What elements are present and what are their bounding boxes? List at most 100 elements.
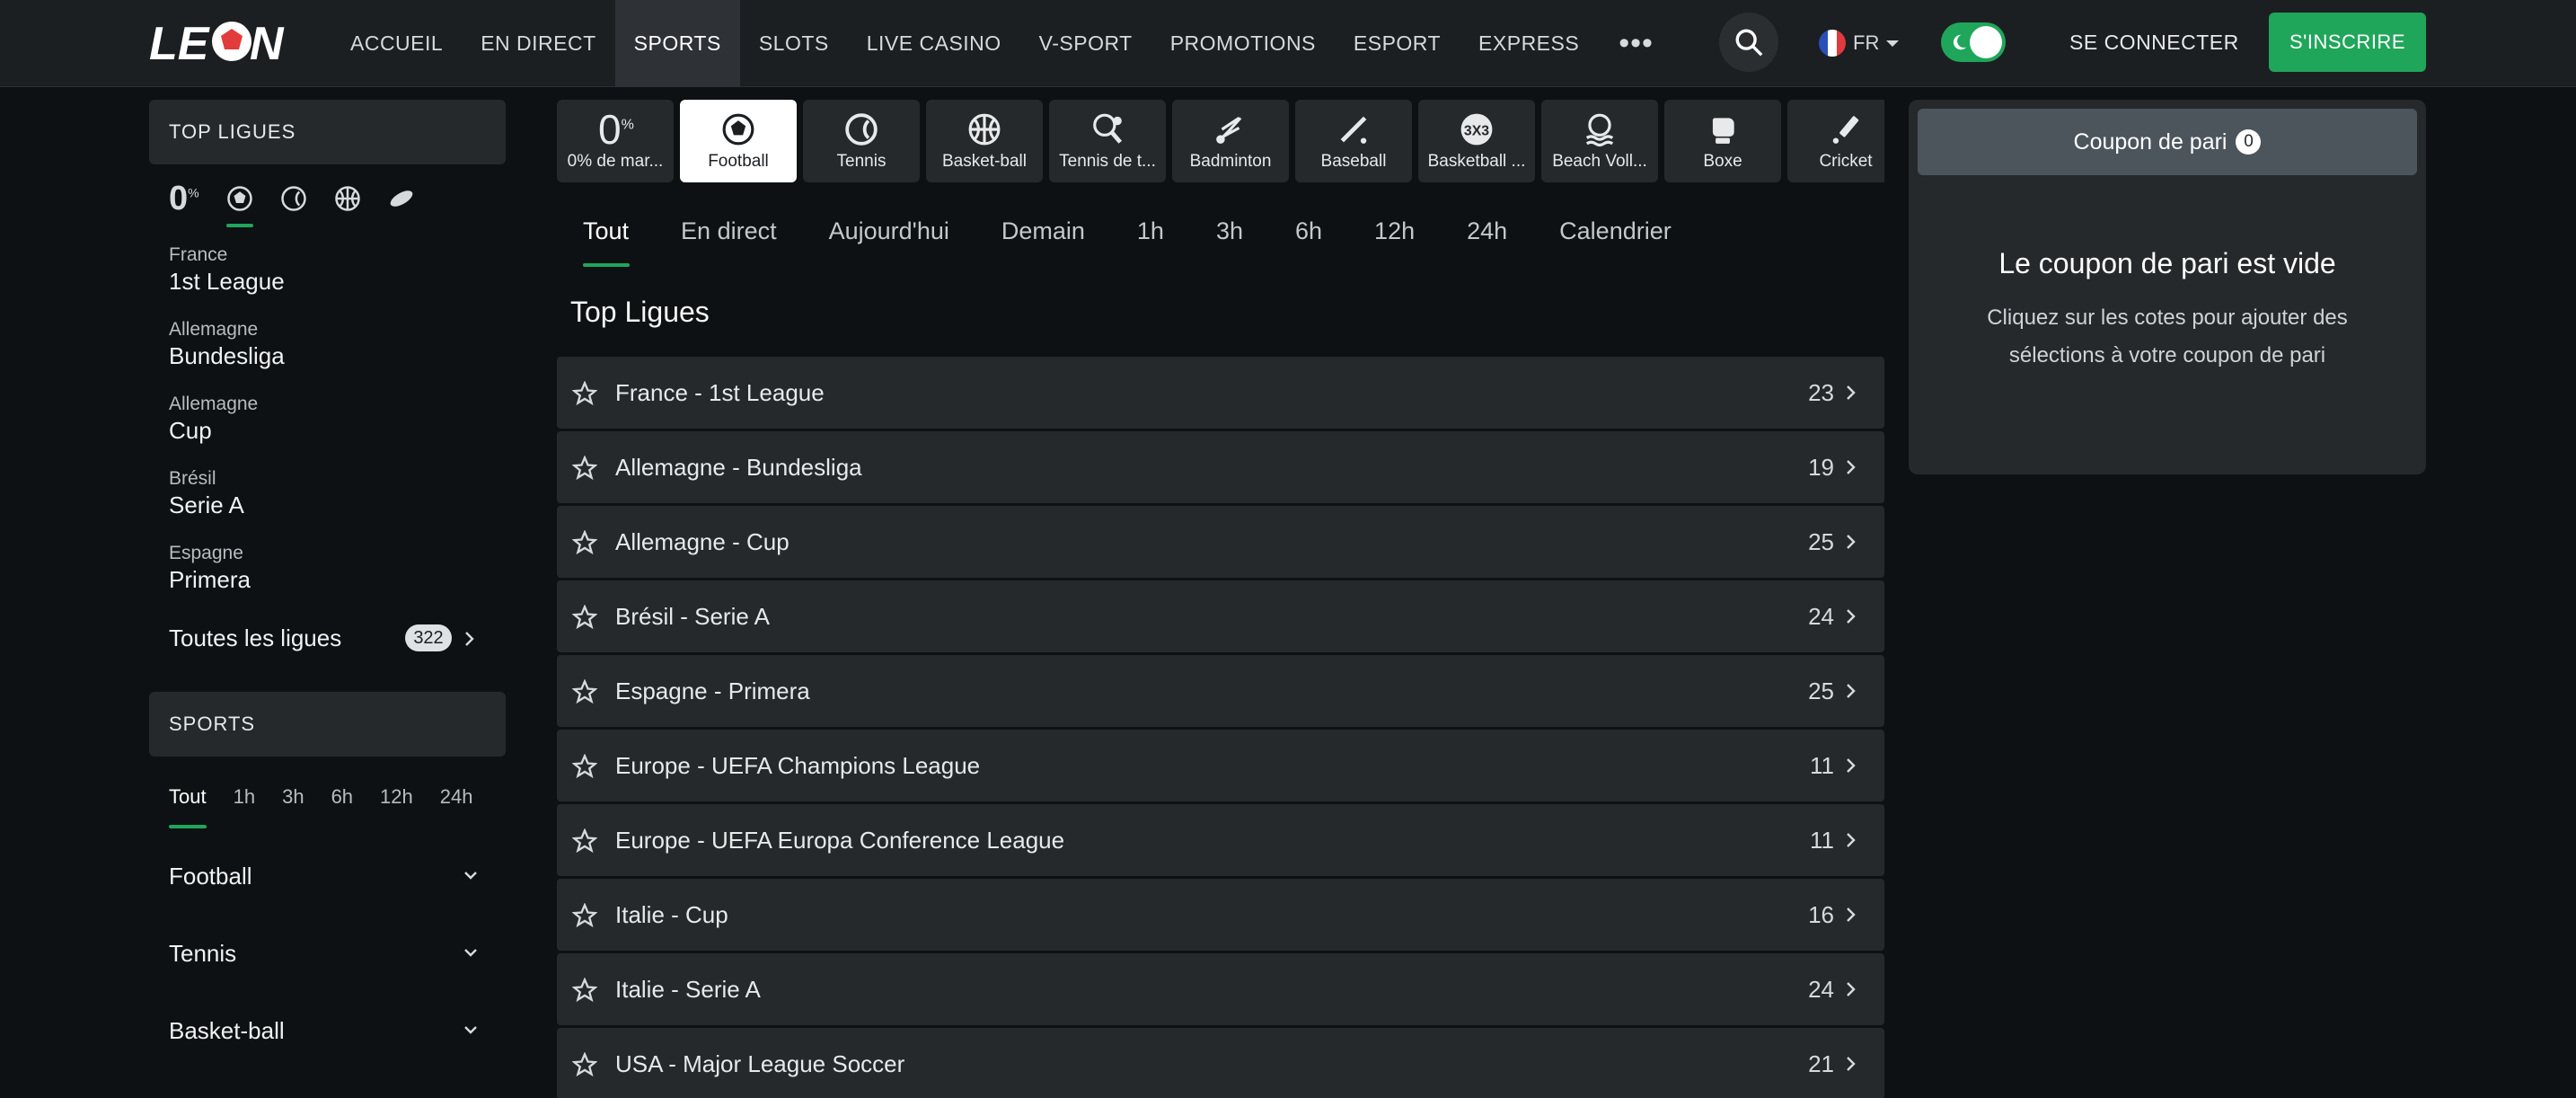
filter-tab-aujourdhui[interactable]: Aujourd'hui	[829, 204, 1001, 267]
nav-en-direct[interactable]: EN DIRECT	[462, 0, 614, 87]
moon-icon	[1953, 34, 1967, 50]
filter-tab-demain[interactable]: Demain	[1001, 204, 1137, 267]
sidebar-league-item[interactable]: Espagne Primera	[149, 531, 506, 606]
time-filter-24h[interactable]: 24h	[440, 757, 473, 837]
zero-margin-value: 0	[169, 179, 189, 217]
sport-tab-football[interactable]: Football	[680, 100, 797, 182]
league-row[interactable]: Europe - UEFA Champions League 11	[557, 730, 1884, 801]
sport-accordion-basketball[interactable]: Basket-ball	[149, 992, 506, 1069]
time-filter-6h[interactable]: 6h	[331, 757, 353, 837]
star-icon[interactable]	[572, 530, 597, 555]
filter-tab-24h[interactable]: 24h	[1467, 204, 1559, 267]
nav-slots[interactable]: SLOTS	[740, 0, 848, 87]
league-row[interactable]: Allemagne - Cup 25	[557, 506, 1884, 578]
language-selector[interactable]: FR	[1819, 27, 1900, 59]
sport-accordion-football[interactable]: Football	[149, 837, 506, 915]
sport-tab-beach-volleyball[interactable]: Beach Voll...	[1541, 100, 1658, 182]
sidebar-tennis-tab[interactable]	[280, 164, 307, 233]
sidebar-league-item[interactable]: France 1st League	[149, 233, 506, 307]
leon-logo[interactable]: LE N	[149, 16, 307, 66]
star-icon[interactable]	[572, 456, 597, 481]
league-row-count: 24	[1808, 602, 1834, 630]
time-filter-3h[interactable]: 3h	[282, 757, 304, 837]
league-row[interactable]: Italie - Cup 16	[557, 879, 1884, 951]
nav-promotions[interactable]: PROMOTIONS	[1151, 0, 1335, 87]
league-row[interactable]: Brésil - Serie A 24	[557, 580, 1884, 652]
all-leagues-link[interactable]: Toutes les ligues 322	[149, 606, 506, 670]
sport-tab-basketball[interactable]: Basket-ball	[926, 100, 1043, 182]
nav-sports[interactable]: SPORTS	[614, 0, 740, 87]
cricket-icon	[1832, 116, 1859, 144]
sport-tab-table-tennis[interactable]: Tennis de t...	[1049, 100, 1166, 182]
sidebar-league-item[interactable]: Allemagne Cup	[149, 382, 506, 456]
star-icon[interactable]	[572, 679, 597, 704]
league-name: Primera	[169, 566, 251, 593]
table-tennis-icon	[1093, 113, 1123, 144]
svg-text:N: N	[250, 18, 285, 66]
star-icon[interactable]	[572, 903, 597, 928]
nav-v-sport[interactable]: V-SPORT	[1020, 0, 1151, 87]
sport-tab-badminton[interactable]: Badminton	[1172, 100, 1289, 182]
league-row-name: Europe - UEFA Champions League	[615, 751, 981, 779]
signup-button[interactable]: S'INSCRIRE	[2269, 13, 2426, 72]
league-row-name: France - 1st League	[615, 378, 825, 406]
coupon-empty-text: Cliquez sur les cotes pour ajouter des s…	[1987, 305, 2348, 367]
sports-header: SPORTS	[149, 692, 506, 757]
sport-tab-cricket[interactable]: Cricket	[1787, 100, 1884, 182]
filter-tab-12h[interactable]: 12h	[1374, 204, 1467, 267]
league-row-count: 25	[1808, 527, 1834, 555]
league-row-name: Italie - Cup	[615, 900, 728, 928]
league-row[interactable]: USA - Major League Soccer 21	[557, 1028, 1884, 1098]
filter-tab-calendrier[interactable]: Calendrier	[1559, 204, 1724, 267]
league-row[interactable]: Europe - UEFA Europa Conference League 1…	[557, 804, 1884, 876]
search-button[interactable]	[1719, 13, 1778, 72]
sidebar-league-item[interactable]: Brésil Serie A	[149, 456, 506, 531]
sport-tab-zero-margin[interactable]: 0% 0% de mar...	[557, 100, 674, 182]
nav-express[interactable]: EXPRESS	[1460, 0, 1598, 87]
section-title: Top Ligues	[570, 296, 710, 328]
league-name: Cup	[169, 417, 212, 444]
league-row-name: Allemagne - Bundesliga	[615, 453, 862, 481]
star-icon[interactable]	[572, 605, 597, 630]
sidebar-league-item[interactable]: Allemagne Bundesliga	[149, 307, 506, 382]
star-icon[interactable]	[572, 828, 597, 854]
filter-tab-tout[interactable]: Tout	[583, 204, 681, 267]
time-filter-1h[interactable]: 1h	[234, 757, 255, 837]
sport-tab-baseball[interactable]: Baseball	[1295, 100, 1412, 182]
sidebar-hockey-tab[interactable]	[388, 164, 415, 233]
filter-tab-1h[interactable]: 1h	[1137, 204, 1216, 267]
sidebar-sport-icons: 0%	[149, 164, 506, 233]
time-filter-12h[interactable]: 12h	[380, 757, 413, 837]
nav-accueil[interactable]: ACCUEIL	[331, 0, 462, 87]
nav-esport[interactable]: ESPORT	[1335, 0, 1460, 87]
login-button[interactable]: SE CONNECTER	[2069, 0, 2239, 84]
league-row[interactable]: Allemagne - Bundesliga 19	[557, 431, 1884, 503]
bet-coupon-header[interactable]: Coupon de pari 0	[1918, 109, 2417, 175]
sidebar-basketball-tab[interactable]	[334, 164, 361, 233]
time-filter-tout[interactable]: Tout	[169, 757, 207, 837]
football-icon	[722, 113, 754, 146]
nav-live-casino[interactable]: LIVE CASINO	[848, 0, 1020, 87]
filter-tab-3h[interactable]: 3h	[1216, 204, 1295, 267]
star-icon[interactable]	[572, 978, 597, 1003]
sport-accordion-label: Tennis	[169, 939, 237, 967]
star-icon[interactable]	[572, 381, 597, 406]
nav-more-button[interactable]: •••	[1598, 0, 1674, 87]
filter-tab-6h[interactable]: 6h	[1295, 204, 1374, 267]
sport-tab-basketball-3x3[interactable]: 3X3 Basketball ...	[1418, 100, 1535, 182]
language-label: FR	[1853, 31, 1880, 54]
league-row[interactable]: Italie - Serie A 24	[557, 953, 1884, 1025]
sidebar-zero-margin-tab[interactable]: 0%	[169, 164, 199, 233]
star-icon[interactable]	[572, 1052, 597, 1077]
league-row[interactable]: France - 1st League 23	[557, 357, 1884, 429]
sport-tab-boxing[interactable]: Boxe	[1664, 100, 1781, 182]
sport-accordion-tennis[interactable]: Tennis	[149, 915, 506, 992]
star-icon[interactable]	[572, 754, 597, 779]
league-row[interactable]: Espagne - Primera 25	[557, 655, 1884, 727]
sidebar-football-tab[interactable]	[225, 164, 253, 233]
league-country: Brésil	[169, 468, 216, 489]
sport-tab-tennis[interactable]: Tennis	[803, 100, 920, 182]
badminton-icon	[1216, 117, 1242, 144]
filter-tab-en-direct[interactable]: En direct	[681, 204, 829, 267]
theme-toggle[interactable]	[1941, 22, 2006, 62]
